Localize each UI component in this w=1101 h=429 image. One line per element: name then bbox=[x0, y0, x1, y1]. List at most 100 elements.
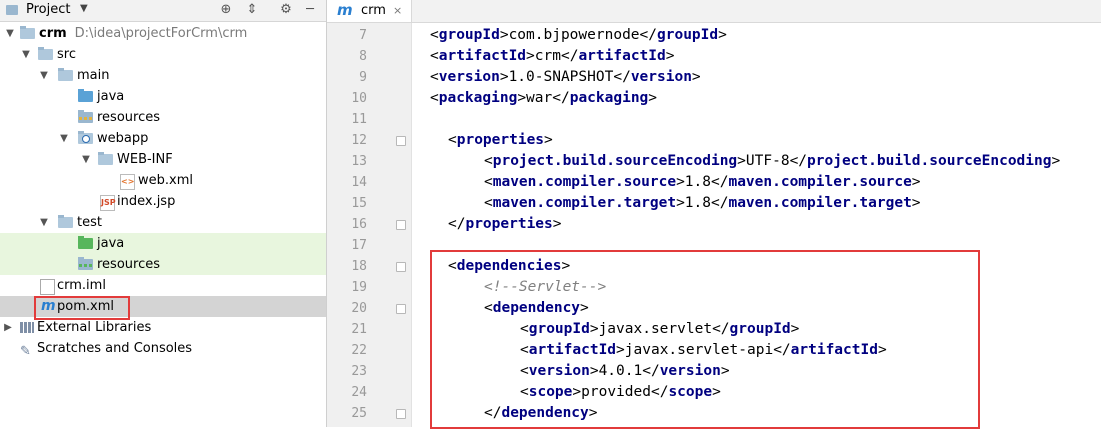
chevron-down-icon[interactable]: ▼ bbox=[80, 3, 88, 14]
tree-item-resources[interactable]: resources bbox=[0, 107, 326, 128]
tag-bracket: > bbox=[790, 321, 800, 337]
code-line[interactable]: <project.build.sourceEncoding>UTF-8</pro… bbox=[484, 151, 1060, 172]
maven-file-icon: m bbox=[337, 1, 353, 19]
folder-icon bbox=[38, 47, 53, 60]
code-line[interactable]: <scope>provided</scope> bbox=[520, 382, 721, 403]
folder-icon bbox=[58, 68, 73, 81]
fold-marker-icon[interactable] bbox=[396, 409, 406, 419]
tree-item-main[interactable]: ▼ main bbox=[0, 65, 326, 86]
xml-text-value: javax.servlet bbox=[598, 321, 713, 337]
tree-item-test[interactable]: ▼ test bbox=[0, 212, 326, 233]
xml-tag-name: groupId bbox=[729, 321, 791, 337]
xml-tag-name: groupId bbox=[438, 27, 500, 43]
tree-item-web-inf[interactable]: ▼ WEB-INF bbox=[0, 149, 326, 170]
tree-label: webapp bbox=[97, 131, 149, 146]
tag-bracket: < bbox=[520, 384, 529, 400]
tag-bracket: </ bbox=[642, 363, 660, 379]
xml-tag-name: artifactId bbox=[578, 48, 666, 64]
tag-bracket: > bbox=[517, 90, 527, 106]
chevron-down-icon[interactable]: ▼ bbox=[20, 44, 32, 65]
tag-bracket: < bbox=[484, 300, 493, 316]
tag-bracket: < bbox=[430, 90, 439, 106]
tag-bracket: > bbox=[676, 174, 685, 190]
code-line[interactable]: </properties> bbox=[448, 214, 562, 235]
tag-bracket: < bbox=[430, 69, 439, 85]
xml-tag-name: properties bbox=[465, 216, 553, 232]
code-line[interactable]: <maven.compiler.target>1.8</maven.compil… bbox=[484, 193, 921, 214]
xml-tag-name: version bbox=[659, 363, 721, 379]
code-line[interactable]: <groupId>com.bjpowernode</groupId> bbox=[430, 25, 727, 46]
tab-crm[interactable]: m crm × bbox=[327, 0, 412, 22]
jsp-file-icon: JSP bbox=[100, 195, 116, 211]
tag-bracket: </ bbox=[639, 27, 657, 43]
tree-label: java bbox=[97, 236, 125, 251]
tree-label: crm.iml bbox=[57, 278, 106, 293]
tree-item-java[interactable]: java bbox=[0, 86, 326, 107]
code-line[interactable]: <version>4.0.1</version> bbox=[520, 361, 730, 382]
tree-label: main bbox=[77, 68, 110, 83]
code-line[interactable]: </dependency> bbox=[484, 403, 598, 424]
code-line[interactable]: <groupId>javax.servlet</groupId> bbox=[520, 319, 799, 340]
line-number-gutter[interactable]: 7 8 9 10 11 12 13 14 15 16 17 18 19 20 21 22 23 24 25 bbox=[327, 23, 412, 427]
xml-file-icon: <> bbox=[120, 174, 135, 190]
fold-marker-icon[interactable] bbox=[396, 262, 406, 272]
chevron-down-icon[interactable]: ▼ bbox=[58, 128, 70, 149]
code-line[interactable]: <artifactId>crm</artifactId> bbox=[430, 46, 675, 67]
xml-tag-name: dependency bbox=[492, 300, 581, 316]
code-line[interactable]: <maven.compiler.source>1.8</maven.compil… bbox=[484, 172, 921, 193]
fold-marker-icon[interactable] bbox=[396, 304, 406, 314]
tree-item-crm-iml[interactable]: crm.iml bbox=[0, 275, 326, 296]
collapse-all-icon[interactable]: ⇕ bbox=[244, 2, 260, 18]
tag-bracket: > bbox=[737, 153, 746, 169]
tree-item-external-libraries[interactable]: ▶ External Libraries bbox=[0, 317, 326, 338]
xml-text-value: com.bjpowernode bbox=[508, 27, 640, 43]
code-line[interactable]: <dependency> bbox=[484, 298, 589, 319]
line-number: 21 bbox=[351, 322, 367, 337]
code-line[interactable]: <packaging>war</packaging> bbox=[430, 88, 657, 109]
code-line[interactable]: <artifactId>javax.servlet-api</artifactI… bbox=[520, 340, 887, 361]
gear-icon[interactable]: ⚙ bbox=[278, 2, 294, 18]
code-line[interactable]: <properties> bbox=[448, 130, 553, 151]
tag-bracket: > bbox=[499, 69, 509, 85]
tag-bracket: </ bbox=[552, 90, 570, 106]
fold-marker-icon[interactable] bbox=[396, 220, 406, 230]
tree-item-src[interactable]: ▼ src bbox=[0, 44, 326, 65]
tree-item-scratches-and-consoles[interactable]: ✎ Scratches and Consoles bbox=[0, 338, 326, 359]
xml-tag-name: project.build.sourceEncoding bbox=[492, 153, 738, 169]
tree-item-web-xml[interactable]: <> web.xml bbox=[0, 170, 326, 191]
tree-label: java bbox=[97, 89, 125, 104]
chevron-down-icon[interactable]: ▼ bbox=[4, 23, 16, 44]
code-line[interactable]: <dependencies> bbox=[448, 256, 570, 277]
xml-tag-name: version bbox=[438, 69, 500, 85]
tree-item-test-resources[interactable]: resources bbox=[0, 254, 326, 275]
editor-pane: m crm × 7 8 9 10 11 12 13 14 15 16 17 18 19 20 21 22 23 2… bbox=[327, 0, 1101, 429]
tag-bracket: </ bbox=[448, 216, 466, 232]
hide-icon[interactable]: ─ bbox=[302, 2, 318, 18]
tree-item-webapp[interactable]: ▼ webapp bbox=[0, 128, 326, 149]
tag-bracket: > bbox=[712, 384, 721, 400]
chevron-down-icon[interactable]: ▼ bbox=[38, 65, 50, 86]
xml-tag-name: maven.compiler.source bbox=[492, 174, 677, 190]
tag-bracket: > bbox=[544, 132, 553, 148]
chevron-right-icon[interactable]: ▶ bbox=[2, 317, 14, 338]
locate-icon[interactable]: ⊕ bbox=[218, 2, 234, 18]
tree-label: test bbox=[77, 215, 102, 230]
tree-item-test-java[interactable]: java bbox=[0, 233, 326, 254]
chevron-down-icon[interactable]: ▼ bbox=[80, 149, 92, 170]
xml-tag-name: packaging bbox=[438, 90, 518, 106]
xml-text-value: 1.8 bbox=[684, 174, 711, 190]
code-line[interactable]: <version>1.0-SNAPSHOT</version> bbox=[430, 67, 701, 88]
tag-bracket: > bbox=[911, 195, 921, 211]
tag-bracket: > bbox=[691, 69, 701, 85]
close-icon[interactable]: × bbox=[393, 4, 402, 17]
iml-file-icon bbox=[40, 279, 55, 295]
chevron-down-icon[interactable]: ▼ bbox=[38, 212, 50, 233]
fold-marker-icon[interactable] bbox=[396, 136, 406, 146]
tree-item-index-jsp[interactable]: JSP index.jsp bbox=[0, 191, 326, 212]
tree-label: External Libraries bbox=[37, 320, 152, 335]
tree-item-crm[interactable]: ▼ crm D:\idea\projectForCrm\crm bbox=[0, 23, 326, 44]
tree-path: D:\idea\projectForCrm\crm bbox=[74, 26, 248, 41]
code-line[interactable]: <!--Servlet--> bbox=[484, 277, 606, 298]
project-view-selector[interactable]: Project bbox=[26, 2, 70, 17]
project-view-icon[interactable] bbox=[6, 5, 18, 15]
